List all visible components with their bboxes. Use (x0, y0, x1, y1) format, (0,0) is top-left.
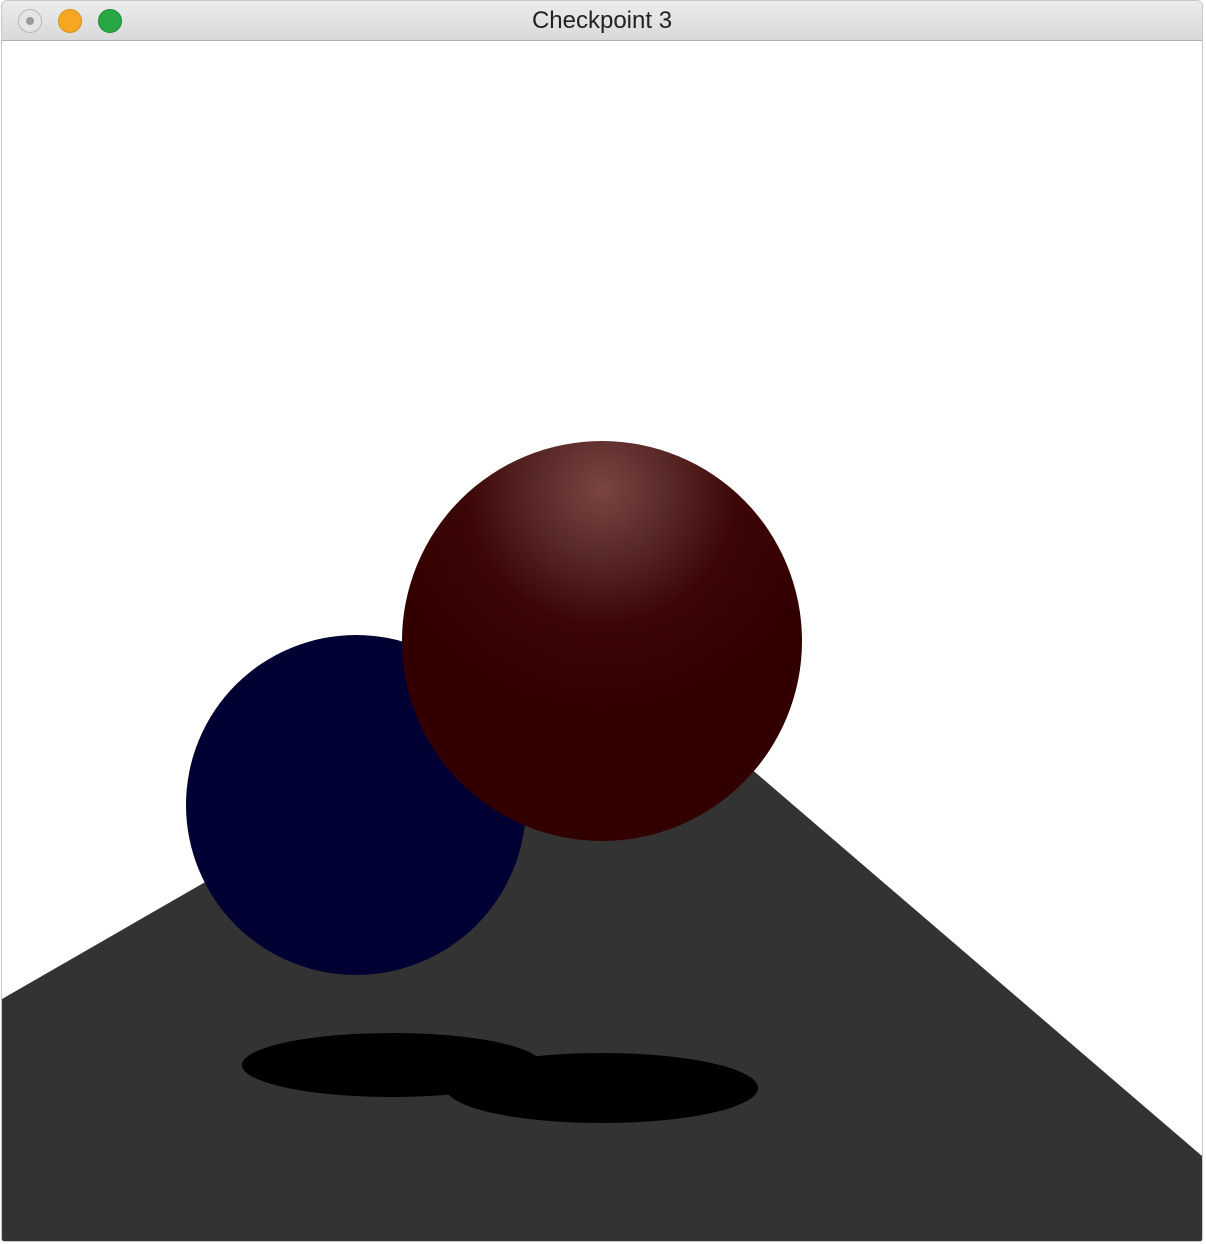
title-bar[interactable]: Checkpoint 3 (2, 1, 1202, 41)
window-title: Checkpoint 3 (531, 7, 673, 34)
red-sphere-shadow (446, 1053, 758, 1123)
app-window: Checkpoint 3 (1, 0, 1203, 1242)
render-canvas (2, 41, 1202, 1241)
red-sphere (402, 441, 802, 841)
raytraced-scene (2, 41, 1202, 1241)
